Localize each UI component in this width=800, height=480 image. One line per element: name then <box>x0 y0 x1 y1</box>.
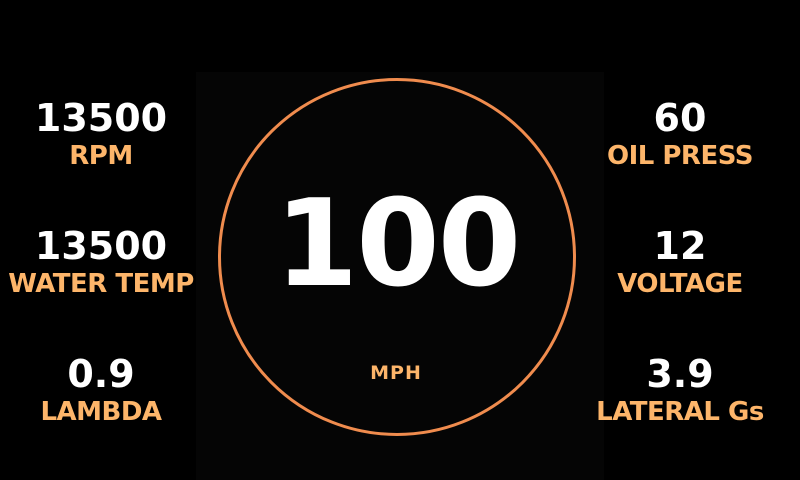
speed-unit: MPH <box>370 362 422 384</box>
water-temp-label: WATER TEMP <box>8 269 194 299</box>
voltage-value: 12 <box>653 224 707 268</box>
speed-value: 100 <box>274 175 521 314</box>
lambda-gauge: 0.9 LAMBDA <box>0 352 202 428</box>
water-temp-gauge: 13500 WATER TEMP <box>0 224 202 300</box>
rpm-gauge: 13500 RPM <box>0 96 202 172</box>
speed-readout: 100 <box>256 170 538 320</box>
dashboard-display: 100 MPH 13500 RPM 13500 WATER TEMP 0.9 L… <box>0 0 800 480</box>
oil-press-value: 60 <box>653 96 707 140</box>
lambda-label: LAMBDA <box>40 397 162 427</box>
rpm-label: RPM <box>69 141 133 171</box>
oil-press-gauge: 60 OIL PRESS <box>580 96 780 172</box>
lateral-gs-label: LATERAL Gs <box>596 397 764 427</box>
lateral-gs-gauge: 3.9 LATERAL Gs <box>580 352 780 428</box>
voltage-gauge: 12 VOLTAGE <box>580 224 780 300</box>
lambda-value: 0.9 <box>67 352 135 396</box>
water-temp-value: 13500 <box>34 224 168 268</box>
oil-press-label: OIL PRESS <box>606 141 754 171</box>
rpm-value: 13500 <box>34 96 168 140</box>
lateral-gs-value: 3.9 <box>646 352 714 396</box>
voltage-label: VOLTAGE <box>617 269 743 299</box>
